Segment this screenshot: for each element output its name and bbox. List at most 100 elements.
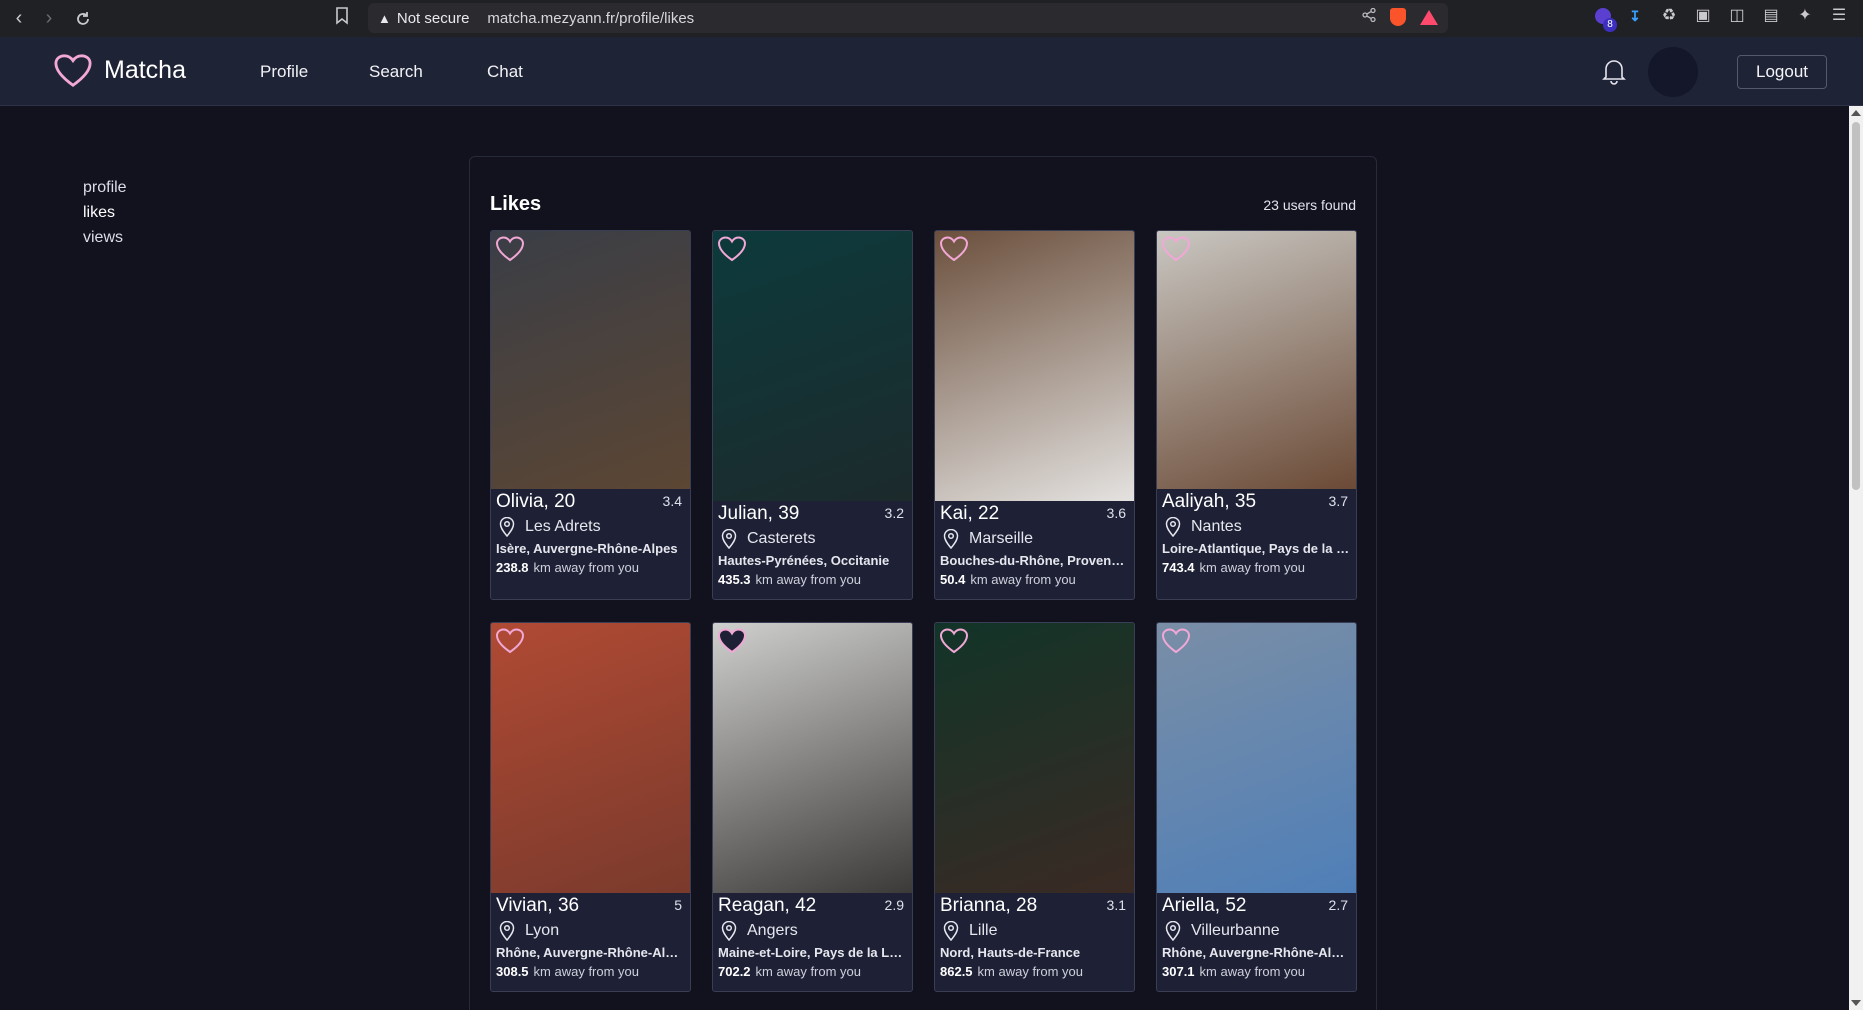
distance-suffix: km away from you xyxy=(970,572,1076,587)
app-logo-text[interactable]: Matcha xyxy=(104,56,186,85)
user-name-age: Olivia, 20 xyxy=(496,491,576,512)
address-bar[interactable]: ▲ Not secure matcha.mezyann.fr/profile/l… xyxy=(368,3,1448,33)
user-photo[interactable] xyxy=(713,623,912,893)
like-heart-icon[interactable] xyxy=(495,627,525,655)
like-heart-icon[interactable] xyxy=(1161,235,1191,263)
distance-value: 743.4 xyxy=(1162,560,1195,575)
user-name-age: Vivian, 36 xyxy=(496,895,580,916)
heart-logo-icon[interactable] xyxy=(54,53,92,89)
sidebar-item-profile[interactable]: profile xyxy=(83,175,127,200)
user-region: Hautes-Pyrénées, Occitanie xyxy=(718,553,890,568)
app-header: Matcha Profile Search Chat Logout xyxy=(0,37,1863,106)
user-region: Nord, Hauts-de-France xyxy=(940,945,1081,960)
like-heart-icon[interactable] xyxy=(495,235,525,263)
user-rating: 3.1 xyxy=(1106,897,1126,913)
extension-badge: 8 xyxy=(1603,18,1617,32)
notification-bell-icon[interactable] xyxy=(1601,57,1627,85)
user-region: Rhône, Auvergne-Rhône-Alpes xyxy=(1162,945,1352,960)
user-region: Rhône, Auvergne-Rhône-Alpes xyxy=(496,945,686,960)
user-card[interactable]: Kai, 22 3.6 Marseille Bouches-du-Rhône, Pro… xyxy=(934,230,1135,600)
user-card[interactable]: Vivian, 36 5 Lyon Rhône, Auvergne-Rhône-Alp… xyxy=(490,622,691,992)
distance-suffix: km away from you xyxy=(977,964,1084,979)
location-pin-icon xyxy=(499,921,515,941)
distance-suffix: km away from you xyxy=(1199,560,1306,575)
user-card[interactable]: Aaliyah, 35 3.7 Nantes Loire-Atlantique, Pa… xyxy=(1156,230,1357,600)
wallet-icon[interactable]: ▤ xyxy=(1761,6,1781,26)
nav-search[interactable]: Search xyxy=(369,62,423,82)
user-photo[interactable] xyxy=(713,231,912,501)
forward-icon[interactable]: › xyxy=(36,6,62,32)
user-city: Angers xyxy=(747,922,798,939)
user-photo[interactable] xyxy=(1157,231,1356,489)
warning-icon: ▲ xyxy=(378,10,391,26)
leo-ai-icon[interactable]: ✦ xyxy=(1795,6,1815,26)
like-heart-icon[interactable] xyxy=(1161,627,1191,655)
puzzle-icon[interactable]: ♻ xyxy=(1659,6,1679,26)
brave-rewards-icon[interactable] xyxy=(1420,9,1438,25)
like-heart-icon[interactable] xyxy=(939,235,969,263)
user-region: Isère, Auvergne-Rhône-Alpes xyxy=(496,541,678,556)
back-icon[interactable]: ‹ xyxy=(6,6,32,32)
user-card[interactable]: Julian, 39 3.2 Casterets Hautes-Pyrénées, O… xyxy=(712,230,913,600)
like-heart-icon[interactable] xyxy=(717,627,747,655)
user-rating: 2.9 xyxy=(884,897,904,913)
url-text[interactable]: matcha.mezyann.fr/profile/likes xyxy=(487,10,694,27)
distance-suffix: km away from you xyxy=(533,964,640,979)
user-rating: 3.7 xyxy=(1328,493,1348,509)
nav-profile[interactable]: Profile xyxy=(260,62,308,82)
user-photo[interactable] xyxy=(935,231,1134,501)
user-city: Lille xyxy=(969,922,998,939)
scroll-down-icon[interactable] xyxy=(1851,1000,1861,1006)
location-pin-icon xyxy=(1165,921,1181,941)
results-count: 23 users found xyxy=(1263,197,1356,213)
sidebar-item-views[interactable]: views xyxy=(83,225,127,250)
page-title: Likes xyxy=(490,193,542,215)
distance-suffix: km away from you xyxy=(755,572,862,587)
distance-suffix: km away from you xyxy=(533,560,640,575)
user-photo[interactable] xyxy=(491,231,690,489)
user-photo[interactable] xyxy=(935,623,1134,893)
menu-icon[interactable]: ☰ xyxy=(1829,6,1849,26)
user-photo[interactable] xyxy=(1157,623,1356,893)
user-rating: 3.4 xyxy=(662,493,682,509)
brave-shield-icon[interactable] xyxy=(1390,8,1406,26)
reload-icon[interactable] xyxy=(70,6,96,32)
sidebar-icon[interactable]: ◫ xyxy=(1727,6,1747,26)
distance-suffix: km away from you xyxy=(1199,964,1306,979)
bookmark-icon[interactable] xyxy=(335,7,349,30)
location-pin-icon xyxy=(721,529,737,549)
user-name-age: Aaliyah, 35 xyxy=(1162,491,1257,512)
user-name-age: Julian, 39 xyxy=(718,503,800,524)
avatar[interactable] xyxy=(1648,47,1698,97)
scroll-up-icon[interactable] xyxy=(1851,110,1861,116)
nav-chat[interactable]: Chat xyxy=(487,62,523,82)
distance-value: 862.5 xyxy=(940,964,973,979)
user-card[interactable]: Ariella, 52 2.7 Villeurbanne Rhône, Auvergn… xyxy=(1156,622,1357,992)
distance-value: 308.5 xyxy=(496,964,529,979)
user-rating: 5 xyxy=(674,897,682,913)
extension-icon[interactable]: 8 xyxy=(1595,8,1617,32)
user-card[interactable]: Olivia, 20 3.4 Les Adrets Isère, Auvergne-R… xyxy=(490,230,691,600)
user-name-age: Reagan, 42 xyxy=(718,895,817,916)
translate-extension-icon[interactable]: ↧ xyxy=(1625,6,1645,26)
user-card[interactable]: Reagan, 42 2.9 Angers Maine-et-Loire, Pays … xyxy=(712,622,913,992)
scrollbar-thumb[interactable] xyxy=(1852,122,1860,490)
user-name-age: Brianna, 28 xyxy=(940,895,1038,916)
logout-button[interactable]: Logout xyxy=(1737,55,1827,89)
like-heart-icon[interactable] xyxy=(717,235,747,263)
user-photo[interactable] xyxy=(491,623,690,893)
user-distance: 862.5 km away from you xyxy=(940,964,1083,979)
user-rating: 3.2 xyxy=(884,505,904,521)
security-label: Not secure xyxy=(396,9,470,27)
sidebar-item-likes[interactable]: likes xyxy=(83,200,127,225)
user-city: Lyon xyxy=(525,922,560,939)
user-region: Loire-Atlantique, Pays de la L... xyxy=(1162,541,1352,556)
screenshot-icon[interactable]: ▣ xyxy=(1693,6,1713,26)
user-card[interactable]: Brianna, 28 3.1 Lille Nord, Hauts-de-France… xyxy=(934,622,1135,992)
share-icon[interactable] xyxy=(1362,7,1376,26)
profile-sidebar: profile likes views xyxy=(83,175,127,250)
like-heart-icon[interactable] xyxy=(939,627,969,655)
distance-value: 435.3 xyxy=(718,572,751,587)
user-name-age: Ariella, 52 xyxy=(1162,895,1247,916)
distance-suffix: km away from you xyxy=(755,964,862,979)
